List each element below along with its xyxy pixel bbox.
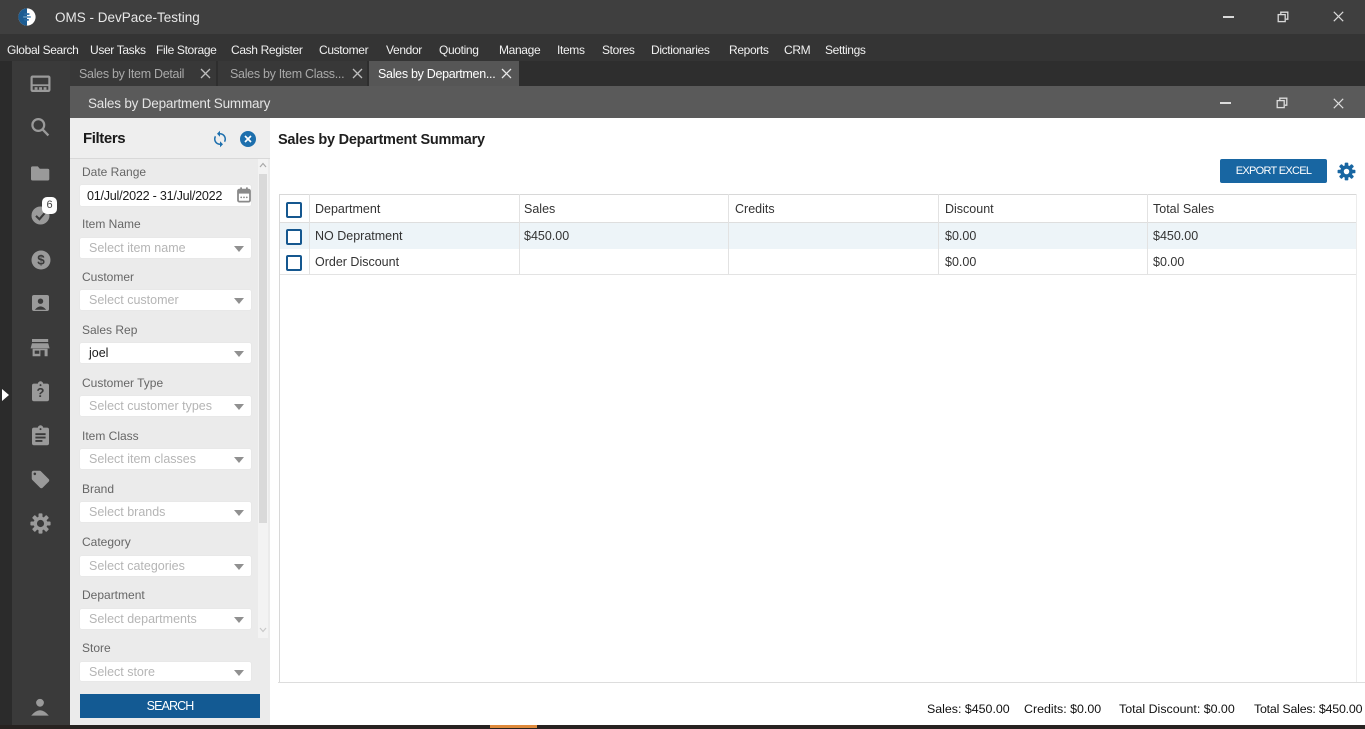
- svg-text:$: $: [37, 253, 45, 268]
- svg-text:?: ?: [37, 385, 45, 400]
